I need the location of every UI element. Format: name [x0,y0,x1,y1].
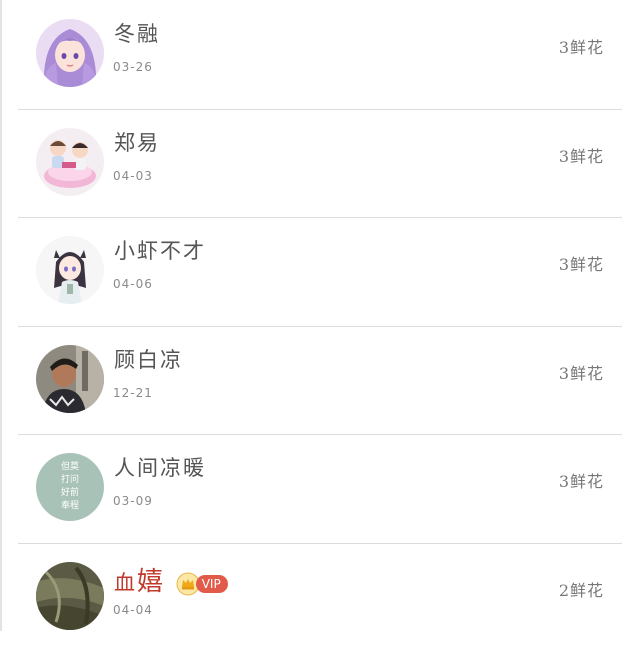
vip-badge: VIP [196,575,228,593]
avatar[interactable] [36,562,104,630]
gift-date: 03-26 [113,60,153,74]
cartoon-couple-cake-avatar-icon [36,128,104,196]
list-item[interactable]: 顾白凉 12-21 3鲜花 [0,326,640,435]
gift-date: 03-09 [113,494,153,508]
flower-count: 3鲜花 [559,251,604,275]
user-name: 小虾不才 [114,235,206,265]
list-item[interactable]: 冬融 03-26 3鲜花 [0,0,640,109]
gift-list: 冬融 03-26 3鲜花 郑易 04-03 3鲜花 [0,0,640,651]
avatar[interactable] [36,19,104,87]
avatar-text-line: 好前 [61,486,79,498]
avatar[interactable] [36,345,104,413]
flower-count: 3鲜花 [559,34,604,58]
anime-chibi-girl-avatar-icon [36,236,104,304]
anime-purple-hair-avatar-icon [36,19,104,87]
user-name: 顾白凉 [114,344,183,374]
photo-cloth-avatar-icon [36,562,104,630]
user-name-main: 嬉 [137,567,165,597]
text-tile-avatar-icon: 但莫 打问 好前 奉程 [36,453,104,521]
list-item[interactable]: 但莫 打问 好前 奉程 人间凉暖 03-09 3鲜花 [0,434,640,543]
gift-date: 12-21 [113,386,153,400]
list-item[interactable]: 血嬉 VIP 04-04 2鲜花 [0,543,640,651]
gift-date: 04-06 [113,277,153,291]
avatar-text-line: 打问 [61,473,79,485]
flower-count: 3鲜花 [559,143,604,167]
list-item[interactable]: 郑易 04-03 3鲜花 [0,109,640,218]
user-name: 人间凉暖 [114,452,206,482]
user-name-prefix: 血 [114,571,137,595]
avatar-text-line: 但莫 [61,460,79,472]
photo-boy-avatar-icon [36,345,104,413]
flower-count: 3鲜花 [559,468,604,492]
avatar[interactable] [36,128,104,196]
gift-date: 04-03 [113,169,153,183]
flower-count: 3鲜花 [559,360,604,384]
user-name: 冬融 [114,18,160,48]
user-name: 郑易 [114,127,160,157]
list-item[interactable]: 小虾不才 04-06 3鲜花 [0,217,640,326]
user-name-vip: 血嬉 VIP [114,561,228,598]
avatar-text-line: 奉程 [61,499,79,511]
flower-count: 2鲜花 [559,577,604,601]
gift-date: 04-04 [113,603,153,617]
avatar[interactable] [36,236,104,304]
avatar[interactable]: 但莫 打问 好前 奉程 [36,453,104,521]
